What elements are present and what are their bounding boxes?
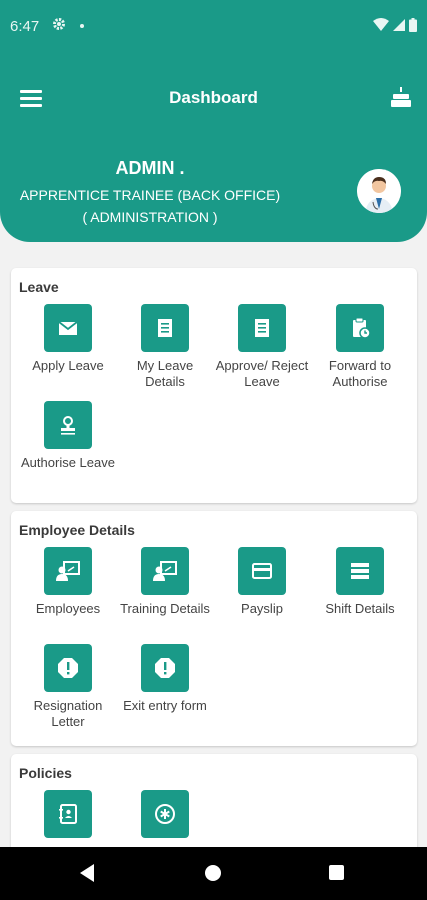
receipt-icon <box>255 319 269 337</box>
tile-label: Training Details <box>120 601 210 616</box>
user-designation: APPRENTICE TRAINEE (BACK OFFICE) <box>19 187 281 203</box>
section-title: Employee Details <box>19 522 135 538</box>
status-bar: 6:47 <box>0 0 427 52</box>
section-leave: Leave Apply Leave My Leave Details Appro… <box>11 268 417 503</box>
notification-dot-icon <box>80 24 84 28</box>
user-name: ADMIN . <box>115 158 185 178</box>
battery-icon <box>409 18 417 32</box>
resignation-letter-button[interactable]: Resignation Letter <box>19 644 117 730</box>
status-time: 6:47 <box>10 18 40 35</box>
alert-icon <box>58 658 78 678</box>
contacts-book-icon <box>59 804 77 824</box>
training-details-button[interactable]: Training Details <box>116 547 214 617</box>
apply-leave-button[interactable]: Apply Leave <box>19 304 117 374</box>
card-icon <box>252 563 272 579</box>
tile-label: Forward to Authorise <box>328 358 392 389</box>
my-leave-details-button[interactable]: My Leave Details <box>116 304 214 390</box>
avatar[interactable] <box>357 169 401 213</box>
policy-item-1-button[interactable] <box>19 790 117 844</box>
presenter-icon <box>153 561 177 581</box>
cake-icon[interactable] <box>389 85 413 109</box>
signal-icon <box>393 19 405 31</box>
payslip-button[interactable]: Payslip <box>213 547 311 617</box>
tile-label: Payslip <box>241 601 283 616</box>
back-icon[interactable] <box>80 864 94 882</box>
profile-header: Dashboard ADMIN . APPRENTICE TRAINEE (BA… <box>0 52 427 242</box>
doctor-avatar-icon <box>357 169 401 213</box>
employees-button[interactable]: Employees <box>19 547 117 617</box>
shift-details-button[interactable]: Shift Details <box>311 547 409 617</box>
tile-label: My Leave Details <box>136 358 194 389</box>
asterisk-badge-icon <box>155 804 175 824</box>
authorise-leave-button[interactable]: Authorise Leave <box>19 401 117 471</box>
tile-label: Employees <box>35 601 101 616</box>
receipt-icon <box>158 319 172 337</box>
approve-reject-leave-button[interactable]: Approve/ Reject Leave <box>213 304 311 390</box>
recent-apps-icon[interactable] <box>329 865 344 880</box>
system-nav-bar <box>0 847 427 900</box>
tile-label: Shift Details <box>325 601 395 616</box>
page-title: Dashboard <box>169 88 258 107</box>
tile-label: Authorise Leave <box>21 455 115 470</box>
tile-label: Exit entry form <box>123 698 207 713</box>
tile-label: Approve/ Reject Leave <box>215 358 309 389</box>
policy-item-2-button[interactable] <box>116 790 214 844</box>
section-title: Leave <box>19 279 59 295</box>
home-icon[interactable] <box>205 865 221 881</box>
gear-icon <box>53 18 65 30</box>
presenter-icon <box>56 561 80 581</box>
forward-to-authorise-button[interactable]: Forward to Authorise <box>311 304 409 390</box>
exit-entry-form-button[interactable]: Exit entry form <box>116 644 214 714</box>
mail-icon <box>58 321 78 335</box>
section-employee-details: Employee Details Employees Training Deta… <box>11 511 417 746</box>
alert-icon <box>155 658 175 678</box>
tile-label: Resignation Letter <box>33 698 103 729</box>
list-icon <box>351 563 369 579</box>
tile-label: Apply Leave <box>32 358 104 373</box>
user-department: ( ADMINISTRATION ) <box>82 209 218 225</box>
section-title: Policies <box>19 765 72 781</box>
wifi-icon <box>373 18 389 31</box>
clipboard-clock-icon <box>353 317 371 339</box>
stamp-icon <box>61 416 75 435</box>
